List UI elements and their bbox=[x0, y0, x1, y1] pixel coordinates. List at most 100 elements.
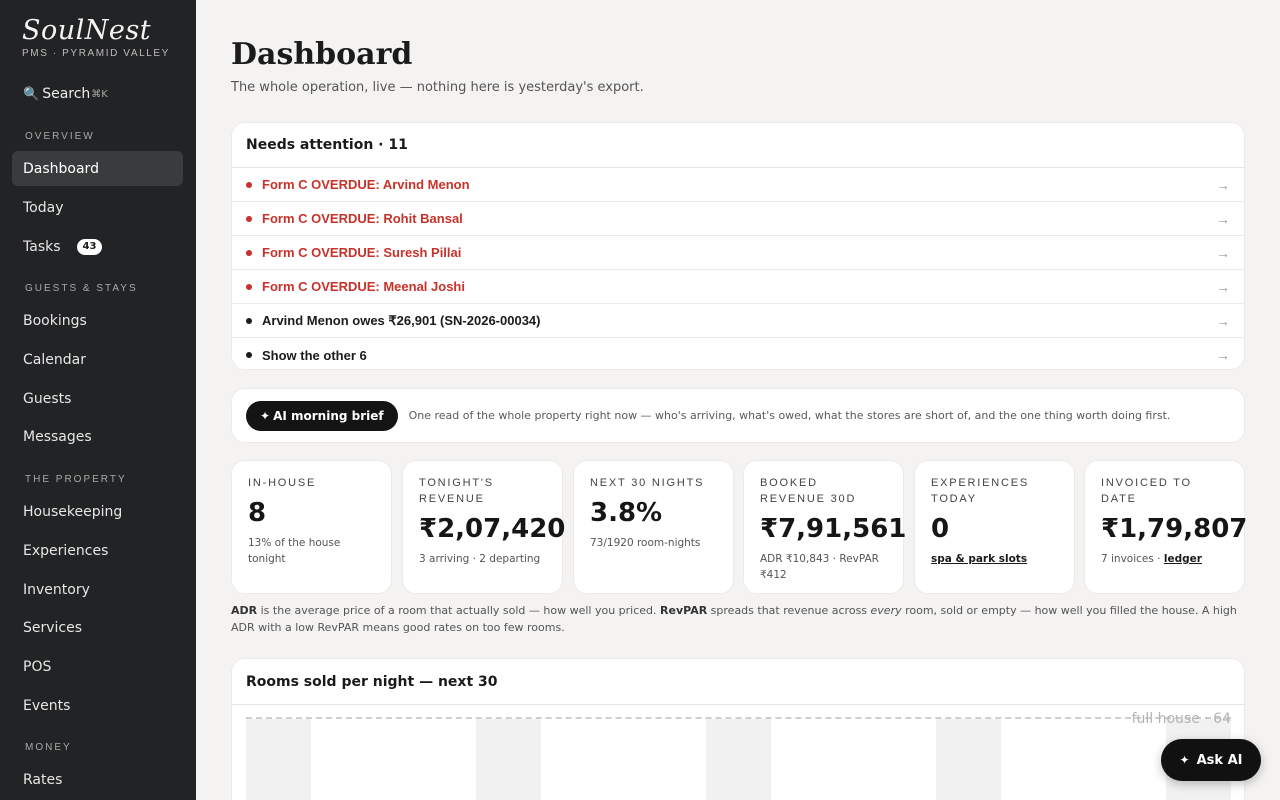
kpi-value: ₹7,91,561 bbox=[760, 514, 907, 544]
sidebar-item-label: Dashboard bbox=[23, 160, 99, 177]
kpi-label: EXPERIENCES TODAY bbox=[931, 477, 1030, 505]
attention-item-label: Arvind Menon owes ₹26,901 (SN-2026-00034… bbox=[262, 312, 541, 328]
ask-ai-label: Ask AI bbox=[1196, 752, 1243, 768]
kpi-subtext: 3 arriving · 2 departing bbox=[419, 553, 541, 565]
sidebar-item-events[interactable]: Events bbox=[12, 688, 183, 723]
alert-dot-icon bbox=[246, 283, 252, 290]
rooms-chart-title: Rooms sold per night — next 30 bbox=[232, 659, 1244, 705]
kpi-booked-revenue: BOOKED REVENUE 30D ₹7,91,561 ADR ₹10,843… bbox=[743, 460, 907, 594]
kpi-invoiced-to-date: INVOICED TO DATE ₹1,79,807 7 invoices · … bbox=[1084, 460, 1248, 594]
attention-item[interactable]: Arvind Menon owes ₹26,901 (SN-2026-00034… bbox=[232, 304, 1244, 338]
attention-item[interactable]: Form C OVERDUE: Arvind Menon → bbox=[232, 168, 1244, 202]
sidebar-item-label: Tasks bbox=[23, 238, 61, 255]
main-content: Dashboard The whole operation, live — no… bbox=[196, 0, 1280, 800]
kpi-subtext: spa & park slots bbox=[931, 551, 1058, 567]
needs-attention-title: Needs attention · 11 bbox=[232, 123, 1244, 168]
sidebar-item-experiences[interactable]: Experiences bbox=[12, 533, 183, 568]
alert-dot-icon bbox=[246, 249, 252, 256]
weekend-band bbox=[936, 719, 1001, 800]
ai-brief-description: One read of the whole property right now… bbox=[408, 409, 1171, 422]
attention-item[interactable]: Form C OVERDUE: Meenal Joshi → bbox=[232, 270, 1244, 304]
show-more-item[interactable]: Show the other 6 → bbox=[232, 338, 1244, 369]
sidebar-item-guests[interactable]: Guests bbox=[12, 381, 183, 416]
sidebar-item-label: Today bbox=[23, 199, 64, 216]
needs-attention-card: Needs attention · 11 Form C OVERDUE: Arv… bbox=[231, 122, 1245, 370]
ai-morning-brief-button[interactable]: ✦ AI morning brief bbox=[246, 400, 398, 431]
sidebar-item-label: Messages bbox=[23, 428, 92, 445]
adr-revpar-explanation: ADR is the average price of a room that … bbox=[231, 602, 1241, 636]
arrow-right-icon: → bbox=[1216, 210, 1230, 227]
sidebar-item-calendar[interactable]: Calendar bbox=[12, 342, 183, 377]
alert-dot-icon bbox=[246, 181, 252, 188]
explain-text: spreads that revenue across bbox=[707, 604, 871, 617]
sidebar-item-label: Calendar bbox=[23, 351, 86, 368]
ask-ai-button[interactable]: ✦ Ask AI bbox=[1161, 739, 1261, 781]
sidebar-item-messages[interactable]: Messages bbox=[12, 419, 183, 454]
kpi-label: IN-HOUSE bbox=[248, 477, 317, 489]
sidebar-item-label: Bookings bbox=[23, 312, 87, 329]
arrow-right-icon: → bbox=[1216, 244, 1230, 261]
attention-item[interactable]: Form C OVERDUE: Rohit Bansal → bbox=[232, 202, 1244, 236]
sidebar-item-label: POS bbox=[23, 658, 52, 675]
section-label-overview: OVERVIEW bbox=[25, 131, 95, 142]
sidebar-item-today[interactable]: Today bbox=[12, 190, 183, 225]
rooms-sold-chart: full house · 64 bbox=[246, 711, 1231, 800]
sidebar-item-label: Inventory bbox=[23, 581, 90, 598]
sidebar-item-label: Services bbox=[23, 619, 83, 636]
attention-item[interactable]: Form C OVERDUE: Suresh Pillai → bbox=[232, 236, 1244, 270]
search-label: Search bbox=[42, 86, 91, 102]
sidebar-item-label: Experiences bbox=[23, 542, 109, 559]
kpi-label: TONIGHT'S REVENUE bbox=[419, 477, 494, 505]
search-icon: 🔍 bbox=[23, 86, 40, 102]
weekend-band bbox=[476, 719, 541, 800]
kpi-value: 8 bbox=[248, 498, 267, 528]
section-label-guests: GUESTS & STAYS bbox=[25, 283, 138, 294]
brand-subtitle: PMS · PYRAMID VALLEY bbox=[22, 48, 170, 59]
kpi-value: ₹1,79,807 bbox=[1101, 514, 1248, 544]
kpi-subtext: 7 invoices · ledger bbox=[1101, 551, 1228, 567]
arrow-right-icon: → bbox=[1216, 312, 1230, 329]
attention-item-label: Form C OVERDUE: Meenal Joshi bbox=[262, 279, 465, 294]
invoice-count-text: 7 invoices · bbox=[1101, 553, 1164, 565]
attention-item-label: Form C OVERDUE: Rohit Bansal bbox=[262, 211, 463, 226]
kpi-subtext: 13% of the house tonight bbox=[248, 537, 341, 565]
kpi-in-house: IN-HOUSE 8 13% of the house tonight bbox=[231, 460, 392, 594]
adr-term: ADR bbox=[231, 604, 258, 617]
show-more-label: Show the other 6 bbox=[262, 347, 367, 363]
revpar-term: RevPAR bbox=[660, 604, 708, 617]
search-button[interactable]: 🔍 Search ⌘K bbox=[23, 86, 108, 102]
kpi-experiences-today: EXPERIENCES TODAY 0 spa & park slots bbox=[914, 460, 1075, 594]
sidebar-item-tasks[interactable]: Tasks 43 bbox=[12, 229, 183, 264]
kpi-label: NEXT 30 NIGHTS bbox=[590, 477, 705, 489]
arrow-right-icon: → bbox=[1216, 347, 1230, 363]
kpi-subtext: ADR ₹10,843 · RevPAR ₹412 bbox=[760, 553, 879, 581]
sidebar-item-rates[interactable]: Rates bbox=[12, 762, 183, 797]
weekend-band bbox=[246, 719, 311, 800]
ledger-link[interactable]: ledger bbox=[1164, 553, 1202, 565]
sidebar: SoulNest PMS · PYRAMID VALLEY 🔍 Search ⌘… bbox=[0, 0, 196, 800]
sidebar-item-pos[interactable]: POS bbox=[12, 649, 183, 684]
sidebar-item-inventory[interactable]: Inventory bbox=[12, 572, 183, 607]
kpi-value: 0 bbox=[931, 514, 950, 544]
arrow-right-icon: → bbox=[1216, 278, 1230, 295]
sidebar-item-label: Rates bbox=[23, 771, 63, 788]
sidebar-item-bookings[interactable]: Bookings bbox=[12, 303, 183, 338]
sparkle-icon: ✦ bbox=[1179, 753, 1190, 767]
sidebar-item-label: Guests bbox=[23, 390, 72, 407]
kpi-label: BOOKED REVENUE 30D bbox=[760, 477, 857, 505]
explain-text: is the average price of a room that actu… bbox=[257, 604, 661, 617]
kpi-tonights-revenue: TONIGHT'S REVENUE ₹2,07,420 3 arriving ·… bbox=[402, 460, 565, 594]
kpi-next-30-nights: NEXT 30 NIGHTS 3.8% 73/1920 room-nights bbox=[573, 460, 734, 594]
alert-dot-icon bbox=[246, 215, 252, 222]
kpi-label: INVOICED TO DATE bbox=[1101, 477, 1192, 505]
brand-logo[interactable]: SoulNest PMS · PYRAMID VALLEY bbox=[22, 14, 170, 59]
spa-park-slots-link[interactable]: spa & park slots bbox=[931, 553, 1027, 565]
arrow-right-icon: → bbox=[1216, 176, 1230, 193]
section-label-property: THE PROPERTY bbox=[25, 474, 127, 485]
bullet-dot-icon bbox=[246, 352, 252, 358]
ai-brief-card: ✦ AI morning brief One read of the whole… bbox=[231, 388, 1245, 443]
sidebar-item-dashboard[interactable]: Dashboard bbox=[12, 151, 183, 186]
sidebar-item-housekeeping[interactable]: Housekeeping bbox=[12, 494, 183, 529]
weekend-band bbox=[706, 719, 771, 800]
sidebar-item-services[interactable]: Services bbox=[12, 610, 183, 645]
